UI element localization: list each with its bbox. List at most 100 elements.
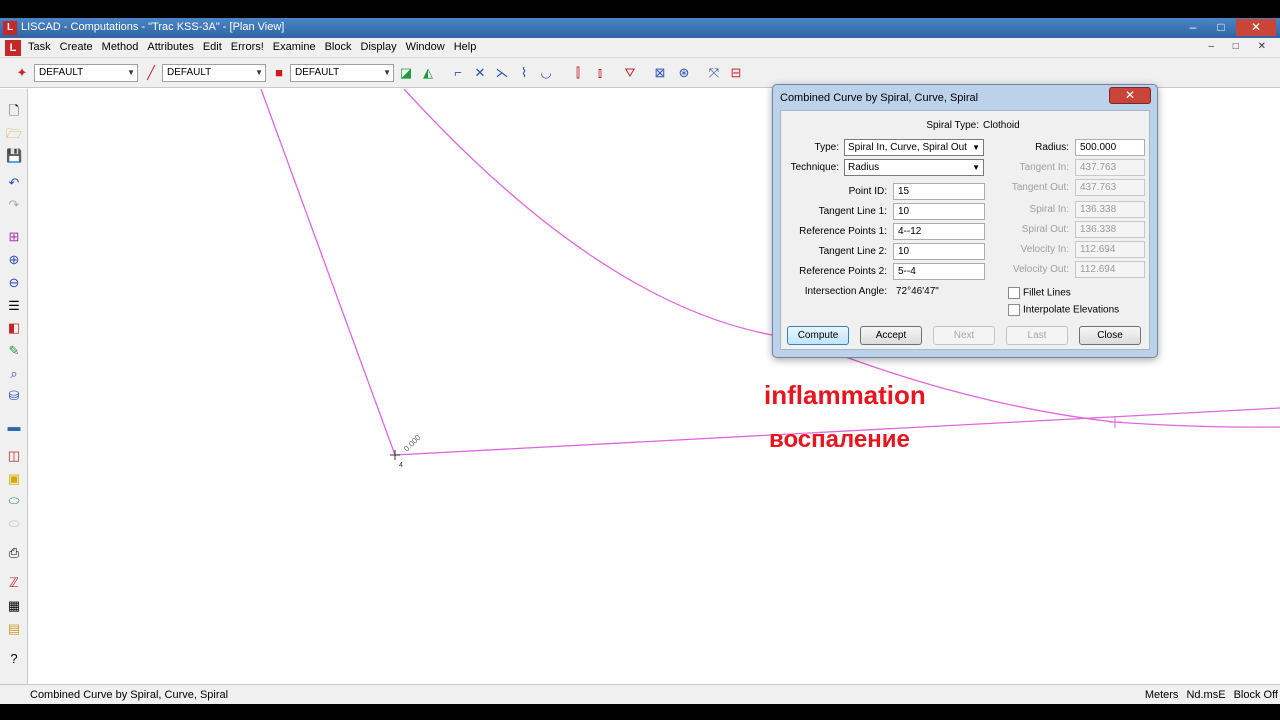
- split-line-icon[interactable]: ⫿: [570, 65, 586, 81]
- line-style-icon[interactable]: ╱: [143, 65, 159, 81]
- spiral-type-value: Clothoid: [983, 120, 1020, 131]
- radius-input[interactable]: 500.000: [1075, 139, 1145, 156]
- menu-errors[interactable]: Errors!: [231, 41, 264, 53]
- fillet-lines-checkbox[interactable]: Fillet Lines: [1008, 287, 1071, 299]
- chevron-down-icon: ▼: [972, 143, 980, 152]
- status-coord-order[interactable]: Nd.msE: [1186, 689, 1225, 701]
- select-cross-icon[interactable]: ⤧: [706, 65, 722, 81]
- last-button[interactable]: Last: [1006, 326, 1068, 345]
- redo-icon[interactable]: ↷: [6, 197, 22, 213]
- accept-button[interactable]: Accept: [860, 326, 922, 345]
- select-box-icon[interactable]: ⊟: [728, 65, 744, 81]
- tangent-line-2-input[interactable]: 10: [893, 243, 985, 260]
- close-window-button[interactable]: ✕: [1236, 19, 1276, 36]
- status-block[interactable]: Block Off: [1234, 689, 1278, 701]
- keyboard-icon[interactable]: ▬: [6, 419, 22, 435]
- technique-label: Technique:: [790, 162, 839, 173]
- menu-window[interactable]: Window: [406, 41, 445, 53]
- fillet-lines-box[interactable]: [1008, 287, 1020, 299]
- status-bar: Combined Curve by Spiral, Curve, Spiral …: [0, 684, 1280, 704]
- spiral-out-field: 136.338: [1075, 221, 1145, 238]
- grid-icon[interactable]: ⊞: [6, 229, 22, 245]
- minimize-button[interactable]: –: [1180, 19, 1206, 36]
- undo-icon[interactable]: ↶: [6, 175, 22, 191]
- fillet-lines-label: Fillet Lines: [1023, 287, 1071, 299]
- tangent-out-label: Tangent Out:: [1011, 182, 1069, 193]
- disabled-tool-icon[interactable]: ⬭: [6, 516, 22, 532]
- point-style-icon[interactable]: ✦: [14, 65, 30, 81]
- caption-english: inflammation: [764, 380, 926, 410]
- snap-corner-icon[interactable]: ⌐: [450, 65, 466, 81]
- save-icon[interactable]: 💾: [6, 148, 22, 164]
- new-file-icon[interactable]: 🗋: [6, 103, 22, 119]
- point-style-value: DEFAULT: [39, 67, 84, 78]
- next-button[interactable]: Next: [933, 326, 995, 345]
- status-units[interactable]: Meters: [1145, 689, 1179, 701]
- point-id-input[interactable]: 15: [893, 183, 985, 200]
- snap-angle-icon[interactable]: ⋋: [494, 65, 510, 81]
- zoom-out-icon[interactable]: ⊖: [6, 275, 22, 291]
- snap-polyline-icon[interactable]: ⌇: [516, 65, 532, 81]
- tangent-line-1[interactable]: [260, 89, 396, 456]
- help-icon[interactable]: ?: [6, 651, 22, 667]
- menu-examine[interactable]: Examine: [273, 41, 316, 53]
- search-point-icon[interactable]: ⌕: [6, 366, 22, 382]
- zoom-in-icon[interactable]: ⊕: [6, 252, 22, 268]
- menu-display[interactable]: Display: [361, 41, 397, 53]
- list-icon[interactable]: ☰: [6, 298, 22, 314]
- book-icon[interactable]: ◫: [6, 448, 22, 464]
- caption-russian: воспаление: [769, 426, 910, 453]
- traverse-icon[interactable]: ⛛: [622, 65, 638, 81]
- reference-points-1-input[interactable]: 4--12: [893, 223, 985, 240]
- document-yellow-icon[interactable]: ▣: [6, 471, 22, 487]
- zoom-window-icon[interactable]: ⊛: [676, 65, 692, 81]
- dialog-close-icon[interactable]: ✕: [1109, 87, 1151, 104]
- menu-edit[interactable]: Edit: [203, 41, 222, 53]
- layer-fill-icon[interactable]: ◭: [420, 65, 436, 81]
- interpolate-elevations-checkbox[interactable]: Interpolate Elevations: [1008, 304, 1119, 316]
- layer-on-icon[interactable]: ◪: [398, 65, 414, 81]
- document-icon[interactable]: L: [5, 40, 21, 56]
- maximize-button[interactable]: □: [1208, 19, 1234, 36]
- window-title: LISCAD - Computations - "Trac KSS-3A" - …: [21, 21, 285, 33]
- radius-label: Radius:: [1035, 142, 1069, 153]
- plot-icon[interactable]: ▤: [6, 621, 22, 637]
- database-icon[interactable]: ⛁: [6, 388, 22, 404]
- line-style-combo[interactable]: DEFAULT ▼: [162, 64, 266, 82]
- surface-icon[interactable]: ⬭: [6, 493, 22, 509]
- layers-icon[interactable]: ◧: [6, 320, 22, 336]
- type-select[interactable]: Spiral In, Curve, Spiral Out ▼: [844, 139, 984, 156]
- split-segment-icon[interactable]: ⫾: [592, 65, 608, 81]
- open-folder-icon[interactable]: 🗁: [6, 126, 22, 142]
- menu-method[interactable]: Method: [102, 41, 139, 53]
- pencil-icon[interactable]: ✎: [6, 343, 22, 359]
- color-combo[interactable]: DEFAULT ▼: [290, 64, 394, 82]
- interpolate-elevations-box[interactable]: [1008, 304, 1020, 316]
- combined-curve-dialog: Combined Curve by Spiral, Curve, Spiral …: [772, 84, 1158, 358]
- close-button[interactable]: Close: [1079, 326, 1141, 345]
- menu-bar: L Task Create Method Attributes Edit Err…: [0, 38, 1280, 58]
- compute-button[interactable]: Compute: [787, 326, 849, 345]
- spiral-out-label: Spiral Out:: [1021, 224, 1069, 235]
- menu-help[interactable]: Help: [454, 41, 477, 53]
- velocity-out-field: 112.694: [1075, 261, 1145, 278]
- tangent-line-1-input[interactable]: 10: [893, 203, 985, 220]
- menu-block[interactable]: Block: [325, 41, 352, 53]
- chevron-down-icon: ▼: [383, 68, 391, 77]
- snap-arc-icon[interactable]: ◡: [538, 65, 554, 81]
- menu-create[interactable]: Create: [60, 41, 93, 53]
- point-style-combo[interactable]: DEFAULT ▼: [34, 64, 138, 82]
- snap-intersect-icon[interactable]: ✕: [472, 65, 488, 81]
- technique-select[interactable]: Radius ▼: [844, 159, 984, 176]
- zoom-extents-icon[interactable]: ⊠: [652, 65, 668, 81]
- liscad-app-icon[interactable]: L: [3, 21, 17, 35]
- spiral-in-label: Spiral In:: [1029, 204, 1069, 215]
- mdi-controls[interactable]: – □ ✕: [1208, 41, 1274, 52]
- print-icon[interactable]: ⎙: [6, 545, 22, 561]
- report-icon[interactable]: ℤ: [6, 575, 22, 591]
- color-swatch-icon[interactable]: ■: [271, 65, 287, 81]
- menu-task[interactable]: Task: [28, 41, 51, 53]
- calculator-icon[interactable]: ▦: [6, 598, 22, 614]
- menu-attributes[interactable]: Attributes: [147, 41, 193, 53]
- reference-points-2-input[interactable]: 5--4: [893, 263, 985, 280]
